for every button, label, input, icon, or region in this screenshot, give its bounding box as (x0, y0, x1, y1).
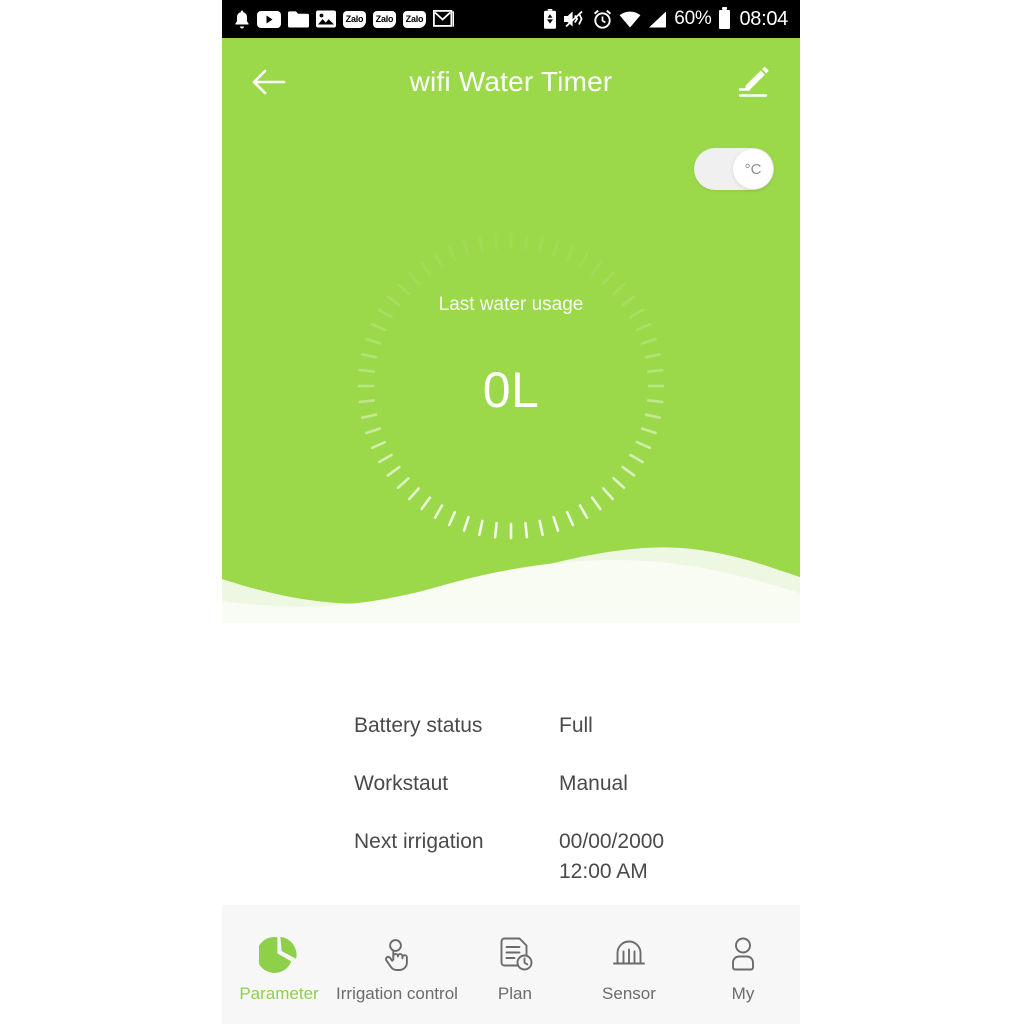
phone-screen: Zalo Zalo Zalo 60% 08:04 wifi Water Time… (222, 0, 800, 1024)
cellular-signal-icon (649, 11, 667, 27)
wave-decoration (222, 513, 800, 623)
status-bar-right-icons: 60% 08:04 (543, 6, 788, 31)
nav-label-parameter: Parameter (239, 984, 319, 1003)
wifi-icon (619, 11, 641, 27)
battery-percentage: 60% (674, 8, 712, 29)
nav-label-my: My (731, 984, 755, 1003)
pie-chart-icon (259, 933, 299, 975)
nav-item-parameter[interactable]: Parameter (222, 905, 336, 1024)
table-row: Next irrigation 00/00/2000 12:00 AM (222, 827, 800, 887)
battery-saver-icon (544, 9, 557, 29)
nav-label-irrigation-control: Irrigation control (336, 984, 458, 1003)
zalo-icon-3: Zalo (403, 10, 426, 28)
water-usage-dial: Last water usage 0L (351, 226, 671, 546)
temperature-unit-knob: °C (733, 149, 773, 189)
sensor-dome-icon (609, 933, 649, 975)
next-irrigation-value: 00/00/2000 12:00 AM (559, 830, 665, 883)
table-row: Workstaut Manual (222, 769, 800, 799)
next-irrigation-label: Next irrigation (354, 830, 484, 853)
notification-bell-icon (235, 10, 249, 28)
nav-item-plan[interactable]: Plan (458, 905, 572, 1024)
zalo-icon-2: Zalo (373, 10, 396, 28)
zalo-icon-1: Zalo (343, 10, 366, 28)
status-bar-clock: 08:04 (739, 7, 788, 30)
page-title: wifi Water Timer (409, 66, 613, 97)
nav-item-irrigation-control[interactable]: Irrigation control (336, 905, 458, 1024)
work-status-label: Workstaut (354, 772, 449, 795)
back-button[interactable] (246, 59, 292, 105)
bottom-navigation-bar: Parameter Irrigation control Plan Sensor… (222, 905, 800, 1024)
mute-vibrate-icon (564, 10, 583, 28)
edit-button[interactable] (730, 59, 776, 105)
app-bar: wifi Water Timer (222, 38, 800, 126)
zalo-label-3: Zalo (405, 14, 424, 24)
nav-label-sensor: Sensor (602, 984, 656, 1003)
dial-label: Last water usage (438, 294, 584, 315)
temperature-unit-label: °C (744, 160, 762, 178)
hero-panel: wifi Water Timer °C Last water usage 0L (222, 38, 800, 623)
temperature-unit-toggle[interactable]: °C (694, 148, 774, 190)
work-status-value: Manual (559, 772, 628, 795)
screenshot-root: Zalo Zalo Zalo 60% 08:04 wifi Water Time… (0, 0, 1024, 1024)
document-clock-icon (495, 933, 535, 975)
email-icon (433, 10, 454, 27)
folder-icon (288, 10, 309, 27)
zalo-label-2: Zalo (375, 14, 394, 24)
nav-label-plan: Plan (497, 984, 532, 1003)
edit-pencil-icon (738, 66, 769, 97)
arrow-left-icon (252, 69, 286, 95)
device-info-list: Battery status Full Workstaut Manual Nex… (222, 623, 800, 887)
zalo-label-1: Zalo (345, 14, 364, 24)
nav-item-my[interactable]: My (686, 905, 800, 1024)
person-icon (723, 933, 763, 975)
battery-status-label: Battery status (354, 714, 483, 737)
status-bar-left-icons: Zalo Zalo Zalo (234, 10, 543, 29)
battery-icon (719, 6, 731, 29)
status-bar: Zalo Zalo Zalo 60% 08:04 (222, 0, 800, 38)
image-icon (316, 10, 336, 28)
dial-value: 0L (482, 362, 540, 418)
nav-item-sensor[interactable]: Sensor (572, 905, 686, 1024)
battery-status-value: Full (559, 714, 593, 737)
tap-hand-icon (377, 933, 417, 975)
alarm-icon (594, 9, 612, 29)
youtube-icon (257, 10, 281, 28)
table-row: Battery status Full (222, 711, 800, 741)
